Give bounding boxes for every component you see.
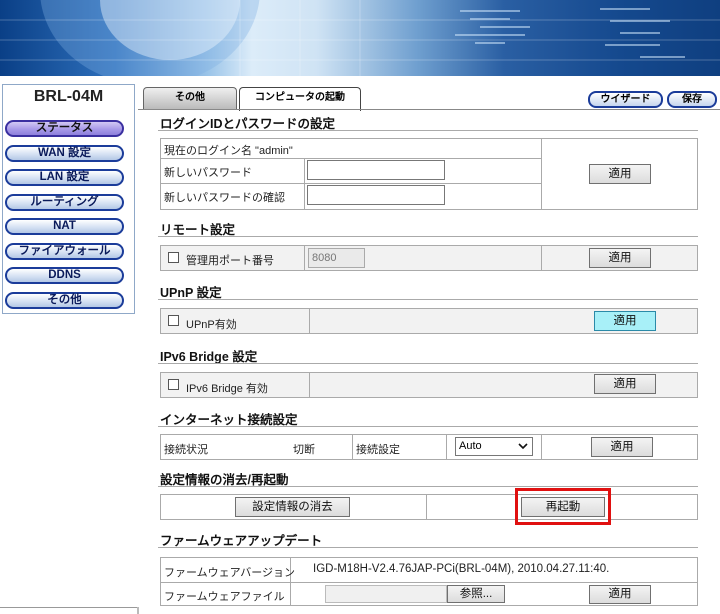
nav-ddns[interactable]: DDNS bbox=[5, 267, 124, 284]
section-divider bbox=[158, 236, 698, 237]
tab-computer-restart[interactable]: コンピュータの起動 bbox=[239, 87, 361, 111]
confirm-password-input[interactable] bbox=[307, 185, 445, 205]
section-divider bbox=[158, 426, 698, 427]
header-banner bbox=[0, 0, 720, 76]
current-login-label: 現在のログイン名 "admin" bbox=[164, 145, 293, 157]
nav-routing[interactable]: ルーティング bbox=[5, 194, 124, 211]
connection-setting-label: 接続設定 bbox=[356, 444, 400, 456]
connection-status-value: 切断 bbox=[293, 444, 315, 456]
firmware-file-label: ファームウェアファイル bbox=[164, 591, 285, 603]
upnp-apply-button[interactable]: 適用 bbox=[594, 311, 656, 331]
admin-port-input[interactable]: 8080 bbox=[308, 248, 365, 268]
restart-highlight-outline bbox=[515, 488, 611, 525]
new-password-label: 新しいパスワード bbox=[164, 167, 252, 179]
model-name: BRL-04M bbox=[33, 88, 104, 105]
connection-setting-value: Auto bbox=[459, 440, 482, 452]
section-divider bbox=[158, 130, 698, 131]
firmware-version-value: IGD-M18H-V2.4.76JAP-PCi(BRL-04M), 2010.0… bbox=[313, 563, 610, 575]
save-button[interactable]: 保存 bbox=[667, 91, 717, 108]
confirm-password-label: 新しいパスワードの確認 bbox=[164, 192, 285, 204]
section-divider bbox=[158, 363, 698, 364]
admin-port-label: 管理用ポート番号 bbox=[186, 255, 274, 267]
wizard-button[interactable]: ウイザード bbox=[588, 91, 663, 108]
browse-button[interactable]: 参照... bbox=[447, 585, 505, 603]
remote-apply-button[interactable]: 適用 bbox=[589, 248, 651, 268]
login-apply-button[interactable]: 適用 bbox=[589, 164, 651, 184]
section-divider bbox=[158, 547, 698, 548]
ipv6-enable-checkbox[interactable] bbox=[168, 379, 179, 390]
nav-status[interactable]: ステータス bbox=[5, 120, 124, 137]
ipv6-apply-button[interactable]: 適用 bbox=[594, 374, 656, 394]
upnp-enable-checkbox[interactable] bbox=[168, 315, 179, 326]
ipv6-enable-label: IPv6 Bridge 有効 bbox=[186, 383, 268, 395]
nav-wan-settings[interactable]: WAN 設定 bbox=[5, 145, 124, 162]
left-footer-line bbox=[0, 607, 137, 608]
tab-other[interactable]: その他 bbox=[143, 87, 237, 110]
left-footer-edge bbox=[137, 607, 139, 614]
banner-graphic bbox=[0, 0, 720, 76]
nav-firewall[interactable]: ファイアウォール bbox=[5, 243, 124, 260]
tab-divider bbox=[138, 109, 720, 110]
nav-nat[interactable]: NAT bbox=[5, 218, 124, 235]
section-divider bbox=[158, 486, 698, 487]
firmware-apply-button[interactable]: 適用 bbox=[589, 585, 651, 604]
firmware-file-input[interactable] bbox=[325, 585, 447, 603]
clear-settings-button[interactable]: 設定情報の消去 bbox=[235, 497, 350, 517]
nav-lan-settings[interactable]: LAN 設定 bbox=[5, 169, 124, 186]
internet-apply-button[interactable]: 適用 bbox=[591, 437, 653, 457]
new-password-input[interactable] bbox=[307, 160, 445, 180]
chevron-down-icon bbox=[518, 443, 528, 450]
connection-status-label: 接続状況 bbox=[164, 444, 208, 456]
firmware-version-label: ファームウェアバージョン bbox=[164, 567, 296, 579]
nav-other[interactable]: その他 bbox=[5, 292, 124, 309]
section-divider bbox=[158, 299, 698, 300]
upnp-enable-label: UPnP有効 bbox=[186, 319, 237, 331]
connection-setting-select[interactable]: Auto bbox=[455, 437, 533, 456]
remote-port-checkbox[interactable] bbox=[168, 252, 179, 263]
